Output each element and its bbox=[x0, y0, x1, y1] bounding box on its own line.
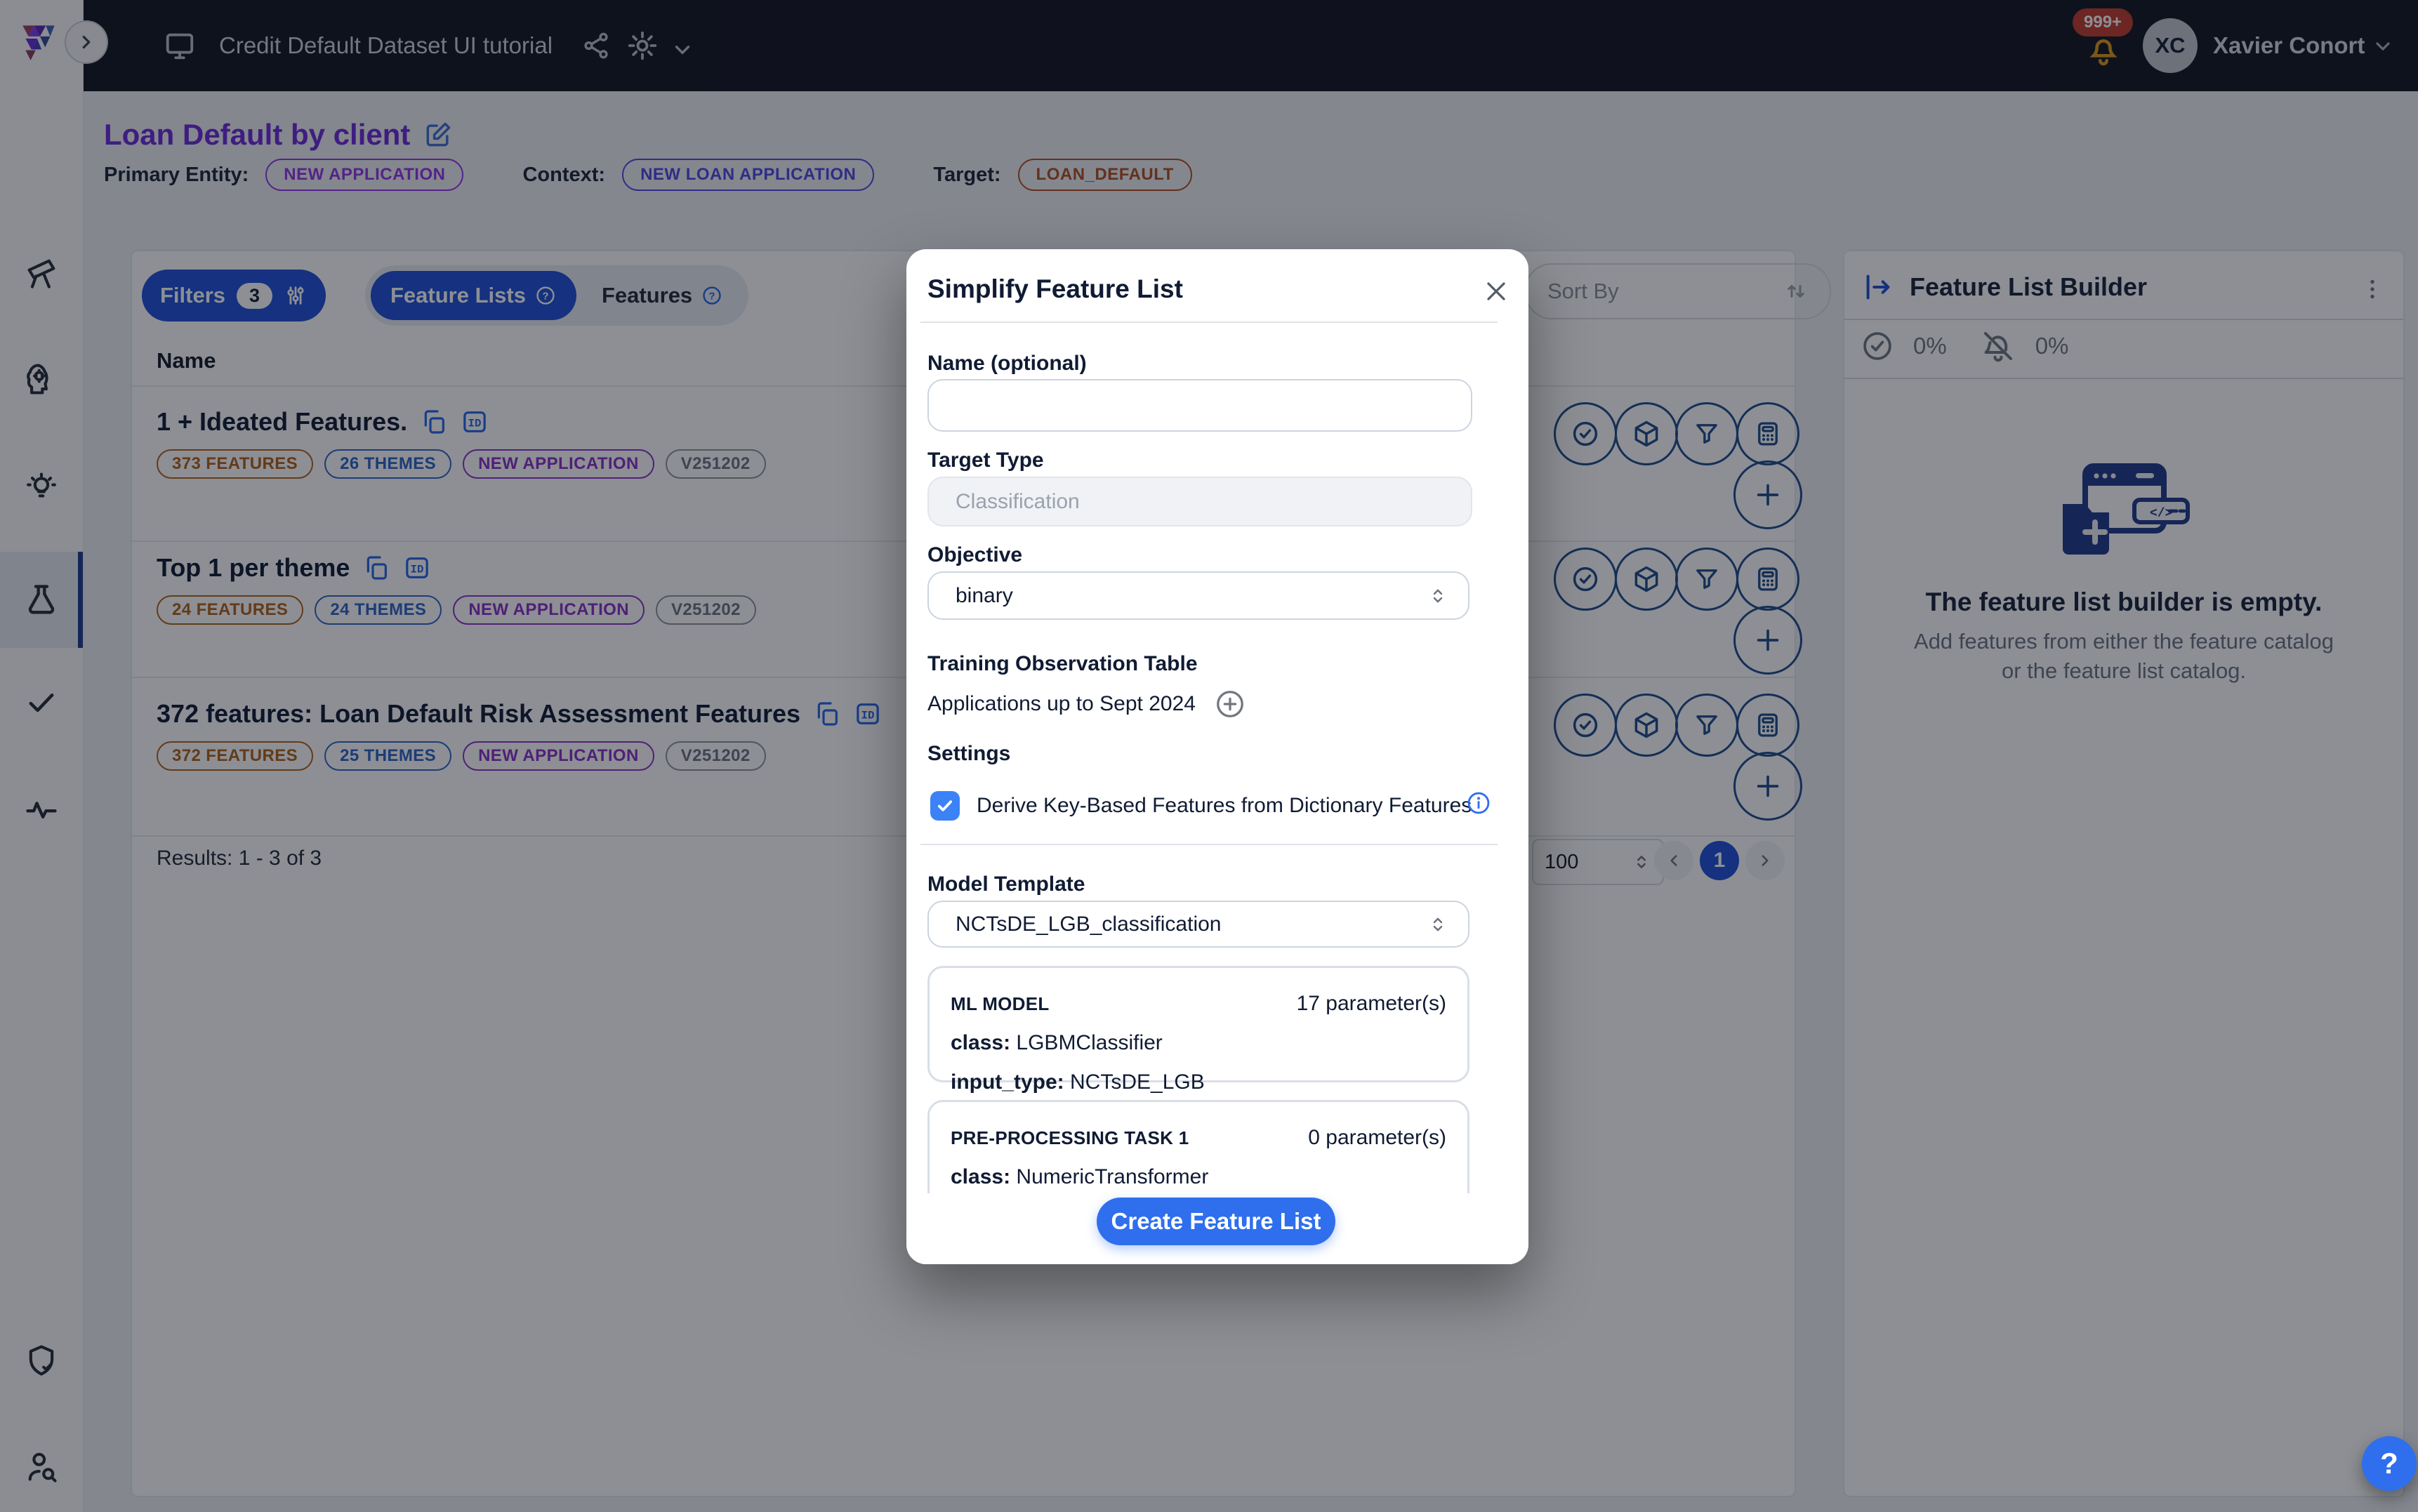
close-icon[interactable] bbox=[1481, 276, 1512, 307]
circle-plus-icon[interactable] bbox=[1214, 688, 1246, 720]
modal-footer: Create Feature List bbox=[906, 1193, 1528, 1264]
objective-select[interactable]: binary bbox=[927, 571, 1469, 620]
card-param-count: 17 parameter(s) bbox=[1297, 992, 1446, 1016]
create-feature-list-button[interactable]: Create Feature List bbox=[1097, 1198, 1335, 1245]
training-table-value: Applications up to Sept 2024 bbox=[927, 692, 1196, 716]
model-template-select[interactable]: NCTsDE_LGB_classification bbox=[927, 901, 1469, 948]
card-heading: PRE-PROCESSING TASK 1 bbox=[951, 1127, 1189, 1149]
settings-label: Settings bbox=[927, 742, 1010, 766]
card-input-type-line: input_type: NCTsDE_LGB bbox=[951, 1070, 1446, 1094]
app-root: Credit Default Dataset UI tutorial 999+ … bbox=[0, 0, 2418, 1512]
help-button[interactable]: ? bbox=[2362, 1436, 2417, 1491]
card-class-line: class: NumericTransformer bbox=[951, 1165, 1446, 1189]
checkbox-checked[interactable] bbox=[930, 791, 960, 821]
target-type-placeholder: Classification bbox=[956, 490, 1080, 514]
card-param-count: 0 parameter(s) bbox=[1308, 1126, 1446, 1150]
settings-checkbox-row: Derive Key-Based Features from Dictionar… bbox=[906, 795, 1528, 826]
checkbox-label: Derive Key-Based Features from Dictionar… bbox=[977, 794, 1472, 818]
select-stepper-icon bbox=[1427, 914, 1448, 935]
card-heading: ML MODEL bbox=[951, 993, 1050, 1015]
name-input[interactable] bbox=[927, 379, 1472, 432]
name-label: Name (optional) bbox=[927, 352, 1087, 376]
objective-value: binary bbox=[956, 584, 1013, 608]
divider bbox=[920, 321, 1498, 323]
target-type-input: Classification bbox=[927, 477, 1472, 526]
info-icon[interactable] bbox=[1465, 790, 1492, 816]
card-class-line: class: LGBMClassifier bbox=[951, 1031, 1446, 1055]
training-table-row: Applications up to Sept 2024 bbox=[927, 688, 1246, 720]
modal-title: Simplify Feature List bbox=[927, 274, 1183, 304]
model-template-label: Model Template bbox=[927, 873, 1085, 896]
target-type-label: Target Type bbox=[927, 449, 1044, 472]
select-stepper-icon bbox=[1427, 585, 1448, 606]
ml-model-card: ML MODEL 17 parameter(s) class: LGBMClas… bbox=[927, 966, 1469, 1082]
simplify-feature-list-modal: Simplify Feature List Name (optional) Ta… bbox=[906, 249, 1528, 1264]
model-template-value: NCTsDE_LGB_classification bbox=[956, 913, 1221, 936]
training-table-label: Training Observation Table bbox=[927, 652, 1198, 676]
objective-label: Objective bbox=[927, 543, 1022, 567]
divider bbox=[920, 844, 1498, 845]
